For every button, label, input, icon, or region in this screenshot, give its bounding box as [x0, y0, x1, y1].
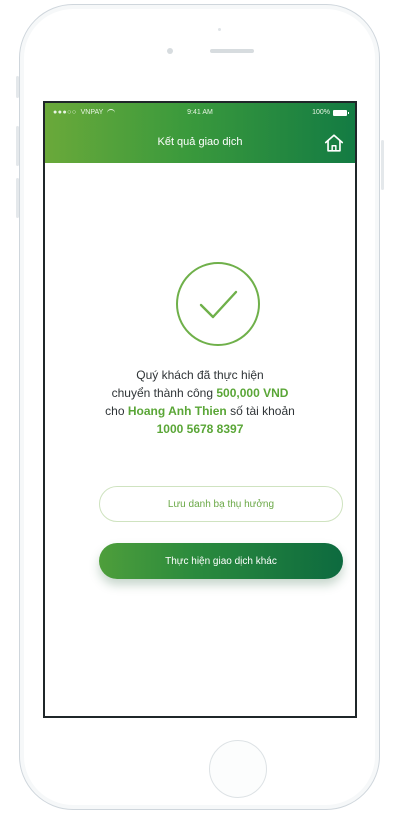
speaker-grille: [210, 49, 254, 53]
front-camera: [167, 48, 173, 54]
result-message: Quý khách đã thực hiện chuyển thành công…: [45, 366, 355, 438]
power-button: [381, 140, 384, 190]
new-transaction-button[interactable]: Thực hiện giao dịch khác: [99, 543, 343, 579]
message-to-text: cho: [105, 404, 125, 418]
battery-status: 100%: [312, 109, 349, 116]
transfer-amount: 500,000 VND: [216, 386, 289, 400]
battery-icon: [333, 109, 349, 116]
recipient-name: Hoang Anh Thien: [127, 404, 227, 418]
mic-dot: [218, 28, 221, 31]
home-icon[interactable]: [323, 132, 345, 154]
physical-home-button[interactable]: [209, 740, 267, 798]
mute-switch: [16, 76, 19, 98]
battery-percent: 100%: [312, 109, 330, 116]
save-beneficiary-button[interactable]: Lưu danh bạ thụ hưởng: [99, 486, 343, 522]
message-line-1: Quý khách đã thực hiện: [136, 368, 264, 382]
page-title: Kết quả giao dịch: [157, 136, 243, 148]
app-header: ●●●○○ VNPAY 9:41 AM 100% Kết quả giao dị…: [45, 103, 355, 163]
status-time: 9:41 AM: [187, 109, 213, 116]
message-line-3: cho Hoang Anh Thien số tài khoản: [45, 402, 355, 420]
status-bar: ●●●○○ VNPAY 9:41 AM 100%: [45, 109, 355, 121]
volume-up-button: [16, 126, 19, 166]
app-screen: ●●●○○ VNPAY 9:41 AM 100% Kết quả giao dị…: [43, 101, 357, 718]
volume-down-button: [16, 178, 19, 218]
account-number: 1000 5678 8397: [156, 422, 244, 436]
message-account-text: số tài khoản: [230, 404, 295, 418]
message-line-2: chuyển thành công 500,000 VND: [45, 384, 355, 402]
message-transfer-text: chuyển thành công: [111, 386, 214, 400]
check-circle-icon: [176, 262, 260, 346]
